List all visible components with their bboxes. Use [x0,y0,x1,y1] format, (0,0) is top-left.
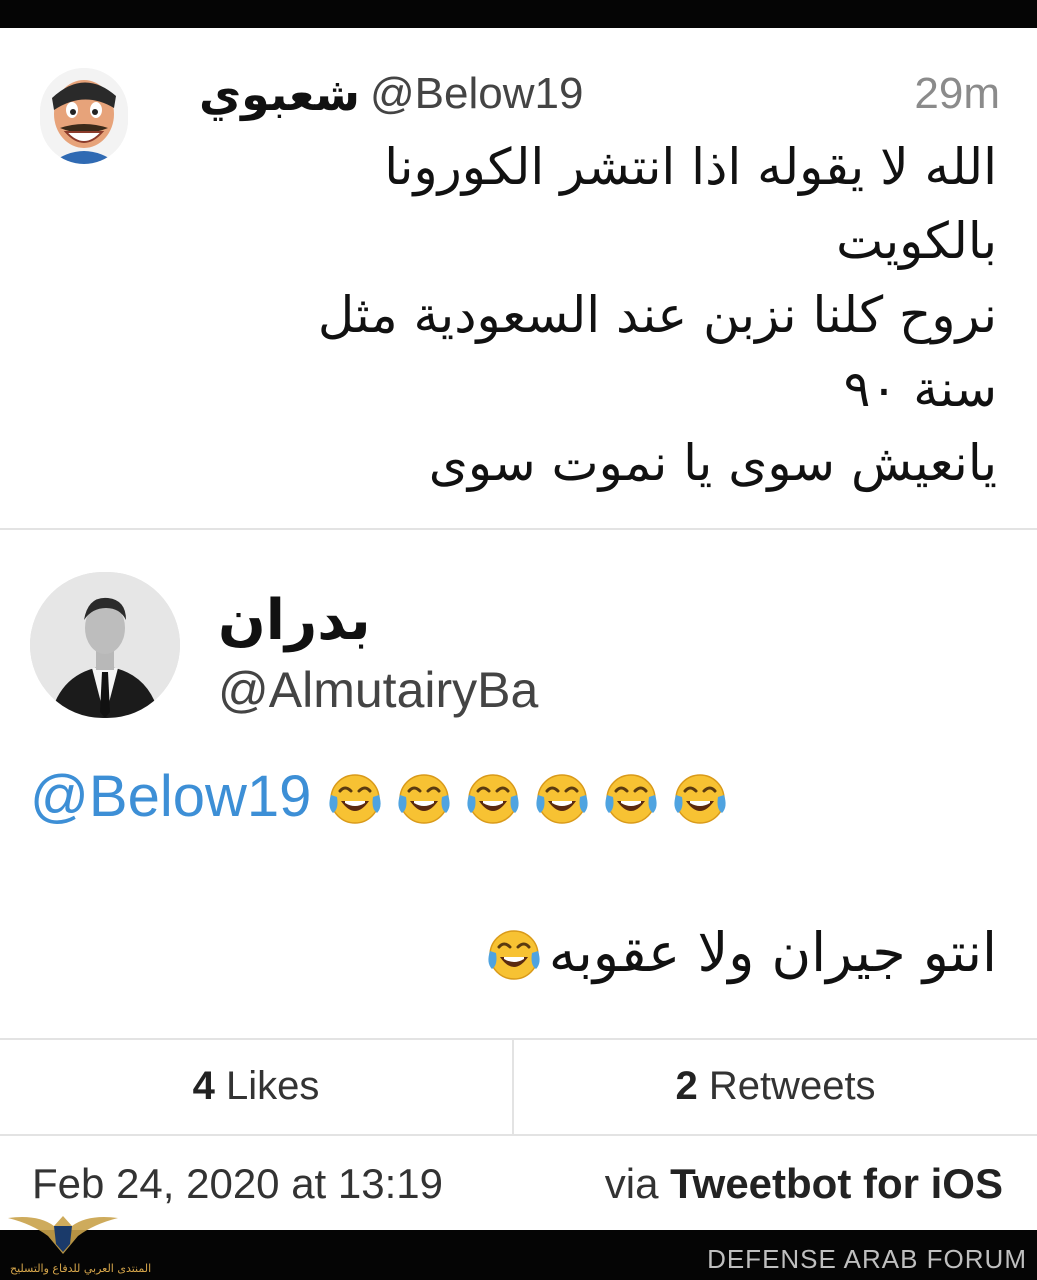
reply-display-name[interactable]: بدران [218,588,371,654]
retweets-label: Retweets [708,1064,876,1108]
reply-avatar[interactable] [30,572,180,718]
face-with-tears-of-joy-icon [674,774,726,824]
watermark-caption: المنتدى العربي للدفاع والتسليح [10,1262,152,1275]
mention-emoji-group [316,774,730,824]
via-prefix: via [604,1160,659,1207]
reply-tweet-text: انتو جيران ولا عقوبه [548,921,997,984]
quoted-tweet-text: الله لا يقوله اذا انتشر الكورونا بالكويت… [317,138,997,492]
quoted-timestamp: 29m [914,69,1000,118]
cartoon-face-icon [40,68,128,164]
retweets-count: 2 [675,1064,698,1108]
text-emoji-group [475,930,544,980]
face-with-tears-of-joy-icon [398,774,450,824]
likes-label: Likes [225,1064,320,1108]
tweet-client[interactable]: via Tweetbot for iOS [605,1136,1003,1232]
reply-text-line: انتو جيران ولا عقوبه [475,918,997,988]
man-in-suit-icon [30,572,180,718]
client-name: Tweetbot for iOS [670,1160,1003,1207]
face-with-tears-of-joy-icon [329,774,381,824]
eagle-shield-icon [8,1216,118,1254]
quoted-handle[interactable]: @Below19 [370,66,583,122]
likes-stat[interactable]: 4 Likes [0,1038,512,1134]
likes-count: 4 [192,1064,215,1108]
face-with-tears-of-joy-icon [488,930,541,980]
quoted-avatar[interactable] [40,68,128,164]
reply-mention-line: @Below19 [30,765,730,829]
divider [0,528,1037,530]
face-with-tears-of-joy-icon [536,774,588,824]
reply-handle[interactable]: @AlmutairyBa [218,660,538,720]
quoted-display-name[interactable]: شعبوي [180,66,360,122]
face-with-tears-of-joy-icon [605,774,657,824]
face-with-tears-of-joy-icon [467,774,519,824]
tweet-stats: 4 Likes 2 Retweets Feb 24, 2020 at 13:19… [0,1038,1037,1230]
top-black-bar [0,0,1037,28]
watermark-text: DEFENSE ARAB FORUM [707,1244,1027,1274]
quoted-header: شعبوي @Below19 29m [160,66,1000,122]
retweets-stat[interactable]: 2 Retweets [514,1038,1037,1134]
mention-link[interactable]: @Below19 [30,764,311,829]
